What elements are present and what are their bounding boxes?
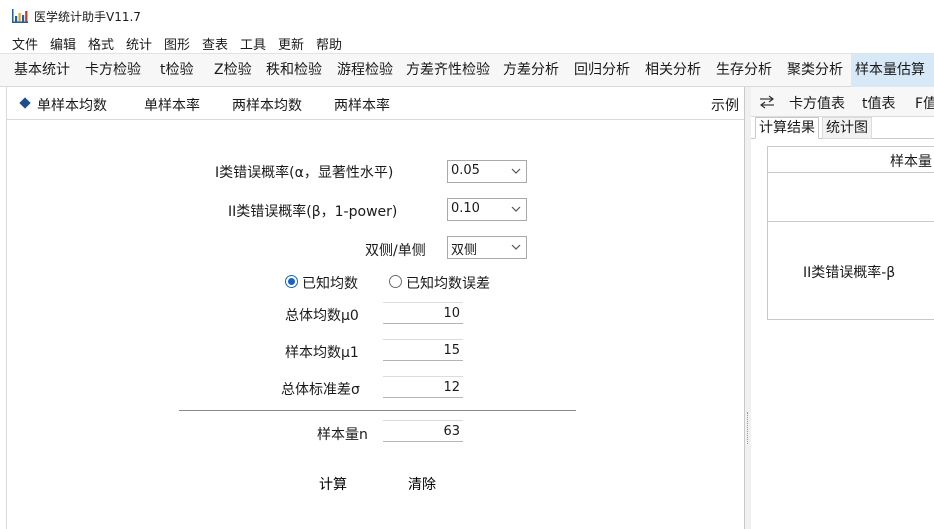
table-row [768,173,934,222]
active-diamond-icon [19,97,31,109]
radio-known-mean-error[interactable] [389,275,402,288]
beta-select[interactable]: 0.10 [447,198,527,221]
menu-format[interactable]: 格式 [88,34,114,53]
lookup-table-toolbar: 卡方值表 t值表 F值 [751,87,934,117]
result-table: 样本量 II类错误概率-β [767,146,934,320]
splitter-grip-icon [747,412,749,444]
tab-sample-size[interactable]: 样本量估算 [851,54,934,87]
swap-arrows-icon[interactable] [759,95,775,109]
clear-button[interactable]: 清除 [408,474,436,494]
window-title: 医学统计助手V11.7 [34,10,141,24]
alpha-label: I类错误概率(α，显著性水平) [215,165,394,181]
menu-graph[interactable]: 图形 [164,34,190,53]
analysis-toolbar: 基本统计 卡方检验 t检验 Z检验 秩和检验 游程检验 方差齐性检验 方差分析 … [0,53,934,87]
menu-file[interactable]: 文件 [12,34,38,53]
tab-statistical-chart[interactable]: 统计图 [822,117,872,139]
sample-size-panel: 单样本均数 单样本率 两样本均数 两样本率 示例 I类错误概率(α，显著性水平)… [6,87,745,529]
example-link[interactable]: 示例 [711,95,739,115]
menu-lookup-table[interactable]: 查表 [202,34,228,53]
tab-variance-homogeneity[interactable]: 方差齐性检验 [402,54,494,87]
tab-z-test[interactable]: Z检验 [210,54,256,87]
result-tabs: 计算结果 统计图 [751,117,934,139]
menu-help[interactable]: 帮助 [316,34,342,53]
tab-chi-square[interactable]: 卡方检验 [81,54,145,87]
radio-known-mean-label[interactable]: 已知均数 [302,273,358,293]
table-header-row: 样本量 [768,147,934,173]
tab-calculation-result[interactable]: 计算结果 [755,117,819,139]
sides-label: 双侧/单侧 [365,243,426,259]
mu0-input[interactable] [383,302,463,324]
menu-bar: 文件 编辑 格式 统计 图形 查表 工具 更新 帮助 [0,31,934,53]
sigma-input[interactable] [383,376,463,398]
form-divider [179,410,576,411]
mu1-label: 样本均数μ1 [285,345,359,361]
subtab-one-sample-rate[interactable]: 单样本率 [144,95,200,115]
subtab-two-sample-mean[interactable]: 两样本均数 [232,95,302,115]
title-bar: 医学统计助手V11.7 [0,0,934,31]
sample-size-subtabs: 单样本均数 单样本率 两样本均数 两样本率 示例 [7,87,744,120]
radio-known-mean-error-label[interactable]: 已知均数误差 [406,273,490,293]
sample-size-input[interactable] [383,420,463,442]
subtab-two-sample-rate[interactable]: 两样本率 [334,95,390,115]
mu0-label: 总体均数μ0 [285,308,359,324]
tab-correlation[interactable]: 相关分析 [641,54,705,87]
menu-edit[interactable]: 编辑 [50,34,76,53]
tab-survival[interactable]: 生存分析 [712,54,776,87]
radio-known-mean[interactable] [285,275,298,288]
sides-select[interactable]: 双侧 [447,236,527,259]
calculate-button[interactable]: 计算 [319,474,347,494]
chevron-down-icon [511,206,521,212]
tab-rank-sum[interactable]: 秩和检验 [262,54,326,87]
tab-basic-statistics[interactable]: 基本统计 [10,54,74,87]
chevron-down-icon [511,168,521,174]
tab-runs-test[interactable]: 游程检验 [333,54,397,87]
menu-update[interactable]: 更新 [278,34,304,53]
beta-value: 0.10 [451,201,480,216]
f-table-button[interactable]: F值 [915,93,934,113]
sigma-label: 总体标准差σ [281,382,360,398]
mu1-input[interactable] [383,339,463,361]
menu-tools[interactable]: 工具 [240,34,266,53]
menu-statistics[interactable]: 统计 [126,34,152,53]
chevron-down-icon [511,244,521,250]
results-panel: 卡方值表 t值表 F值 计算结果 统计图 样本量 II类错误概率-β [751,87,934,529]
t-table-button[interactable]: t值表 [862,93,896,113]
tab-clustering[interactable]: 聚类分析 [783,54,847,87]
beta-label: II类错误概率(β，1-power) [228,204,398,220]
tab-anova[interactable]: 方差分析 [499,54,563,87]
subtab-one-sample-mean[interactable]: 单样本均数 [37,95,107,115]
chi-square-table-button[interactable]: 卡方值表 [789,93,845,113]
sample-size-label: 样本量n [317,427,368,443]
bar-chart-icon [12,9,28,23]
table-row-label-beta: II类错误概率-β [803,265,896,281]
table-header-sample-size: 样本量 [890,154,932,170]
alpha-select[interactable]: 0.05 [447,160,527,183]
sides-value: 双侧 [451,243,478,258]
alpha-value: 0.05 [451,163,480,178]
table-row: II类错误概率-β [768,222,934,321]
tab-regression[interactable]: 回归分析 [570,54,634,87]
tab-t-test[interactable]: t检验 [156,54,198,87]
